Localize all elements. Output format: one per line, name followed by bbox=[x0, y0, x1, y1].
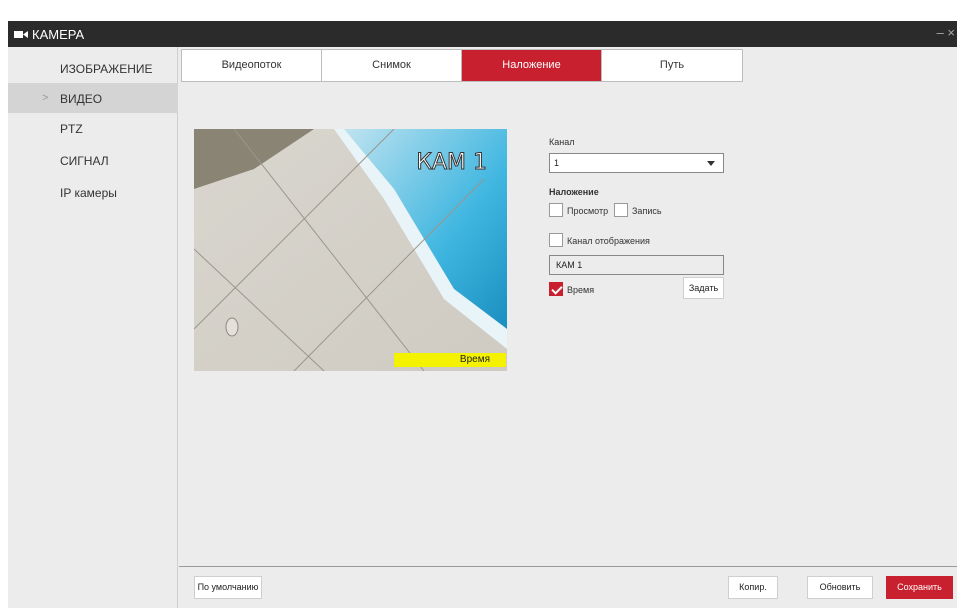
overlay-section-label: Наложение bbox=[549, 187, 599, 197]
tab-video-stream[interactable]: Видеопоток bbox=[182, 50, 322, 81]
sidebar-item-label: ВИДЕО bbox=[60, 92, 103, 106]
video-preview[interactable]: КАМ 1 Время bbox=[194, 129, 507, 371]
osd-channel-name[interactable]: КАМ 1 bbox=[416, 150, 488, 176]
copy-button[interactable]: Копир. bbox=[728, 576, 778, 599]
channel-display-label: Канал отображения bbox=[567, 236, 650, 246]
preview-checkbox[interactable] bbox=[549, 203, 563, 217]
preview-checkbox-label: Просмотр bbox=[567, 206, 609, 216]
tab-bar: Видеопоток Снимок Наложение Путь bbox=[181, 49, 743, 82]
camera-icon bbox=[14, 31, 28, 38]
sidebar-item-ip-cameras[interactable]: IP камеры bbox=[8, 177, 178, 207]
save-button[interactable]: Сохранить bbox=[886, 576, 953, 599]
camera-settings-window: КАМЕРА – × ИЗОБРАЖЕНИЕ > ВИДЕО PTZ СИГНА… bbox=[8, 21, 957, 608]
time-checkbox-label: Время bbox=[567, 285, 595, 295]
record-checkbox[interactable] bbox=[614, 203, 628, 217]
sidebar-item-label: ИЗОБРАЖЕНИЕ bbox=[60, 62, 153, 76]
channel-display-checkbox[interactable] bbox=[549, 233, 563, 247]
osd-time-box[interactable]: Время bbox=[394, 353, 506, 367]
footer-divider bbox=[179, 566, 957, 567]
sidebar-item-label: СИГНАЛ bbox=[60, 154, 109, 168]
default-button[interactable]: По умолчанию bbox=[194, 576, 262, 599]
sidebar-item-signal[interactable]: СИГНАЛ bbox=[8, 145, 178, 175]
sidebar-item-label: PTZ bbox=[60, 122, 83, 136]
window-title: КАМЕРА bbox=[32, 27, 85, 42]
chevron-down-icon bbox=[707, 161, 715, 166]
channel-label: Канал bbox=[549, 137, 575, 147]
sidebar-item-image[interactable]: ИЗОБРАЖЕНИЕ bbox=[8, 53, 178, 83]
title-bar: КАМЕРА – × bbox=[8, 21, 957, 47]
sidebar-item-label: IP камеры bbox=[60, 186, 117, 200]
channel-name-value: КАМ 1 bbox=[556, 260, 583, 270]
refresh-button[interactable]: Обновить bbox=[807, 576, 873, 599]
sidebar-item-video[interactable]: > ВИДЕО bbox=[8, 83, 178, 113]
channel-select-value: 1 bbox=[554, 158, 560, 168]
tab-path[interactable]: Путь bbox=[602, 50, 742, 81]
channel-select[interactable]: 1 bbox=[549, 153, 724, 173]
window-controls[interactable]: – × bbox=[937, 25, 955, 40]
channel-name-field[interactable]: КАМ 1 bbox=[549, 255, 724, 275]
main-panel: Видеопоток Снимок Наложение Путь КАМ 1 В… bbox=[179, 47, 957, 566]
tab-snapshot[interactable]: Снимок bbox=[322, 50, 462, 81]
record-checkbox-label: Запись bbox=[632, 206, 662, 216]
sidebar-item-ptz[interactable]: PTZ bbox=[8, 113, 178, 143]
chevron-right-icon: > bbox=[42, 92, 49, 104]
sidebar: ИЗОБРАЖЕНИЕ > ВИДЕО PTZ СИГНАЛ IP камеры bbox=[8, 47, 178, 608]
set-time-button[interactable]: Задать bbox=[683, 277, 724, 299]
tab-overlay[interactable]: Наложение bbox=[462, 50, 602, 81]
time-checkbox[interactable] bbox=[549, 282, 563, 296]
